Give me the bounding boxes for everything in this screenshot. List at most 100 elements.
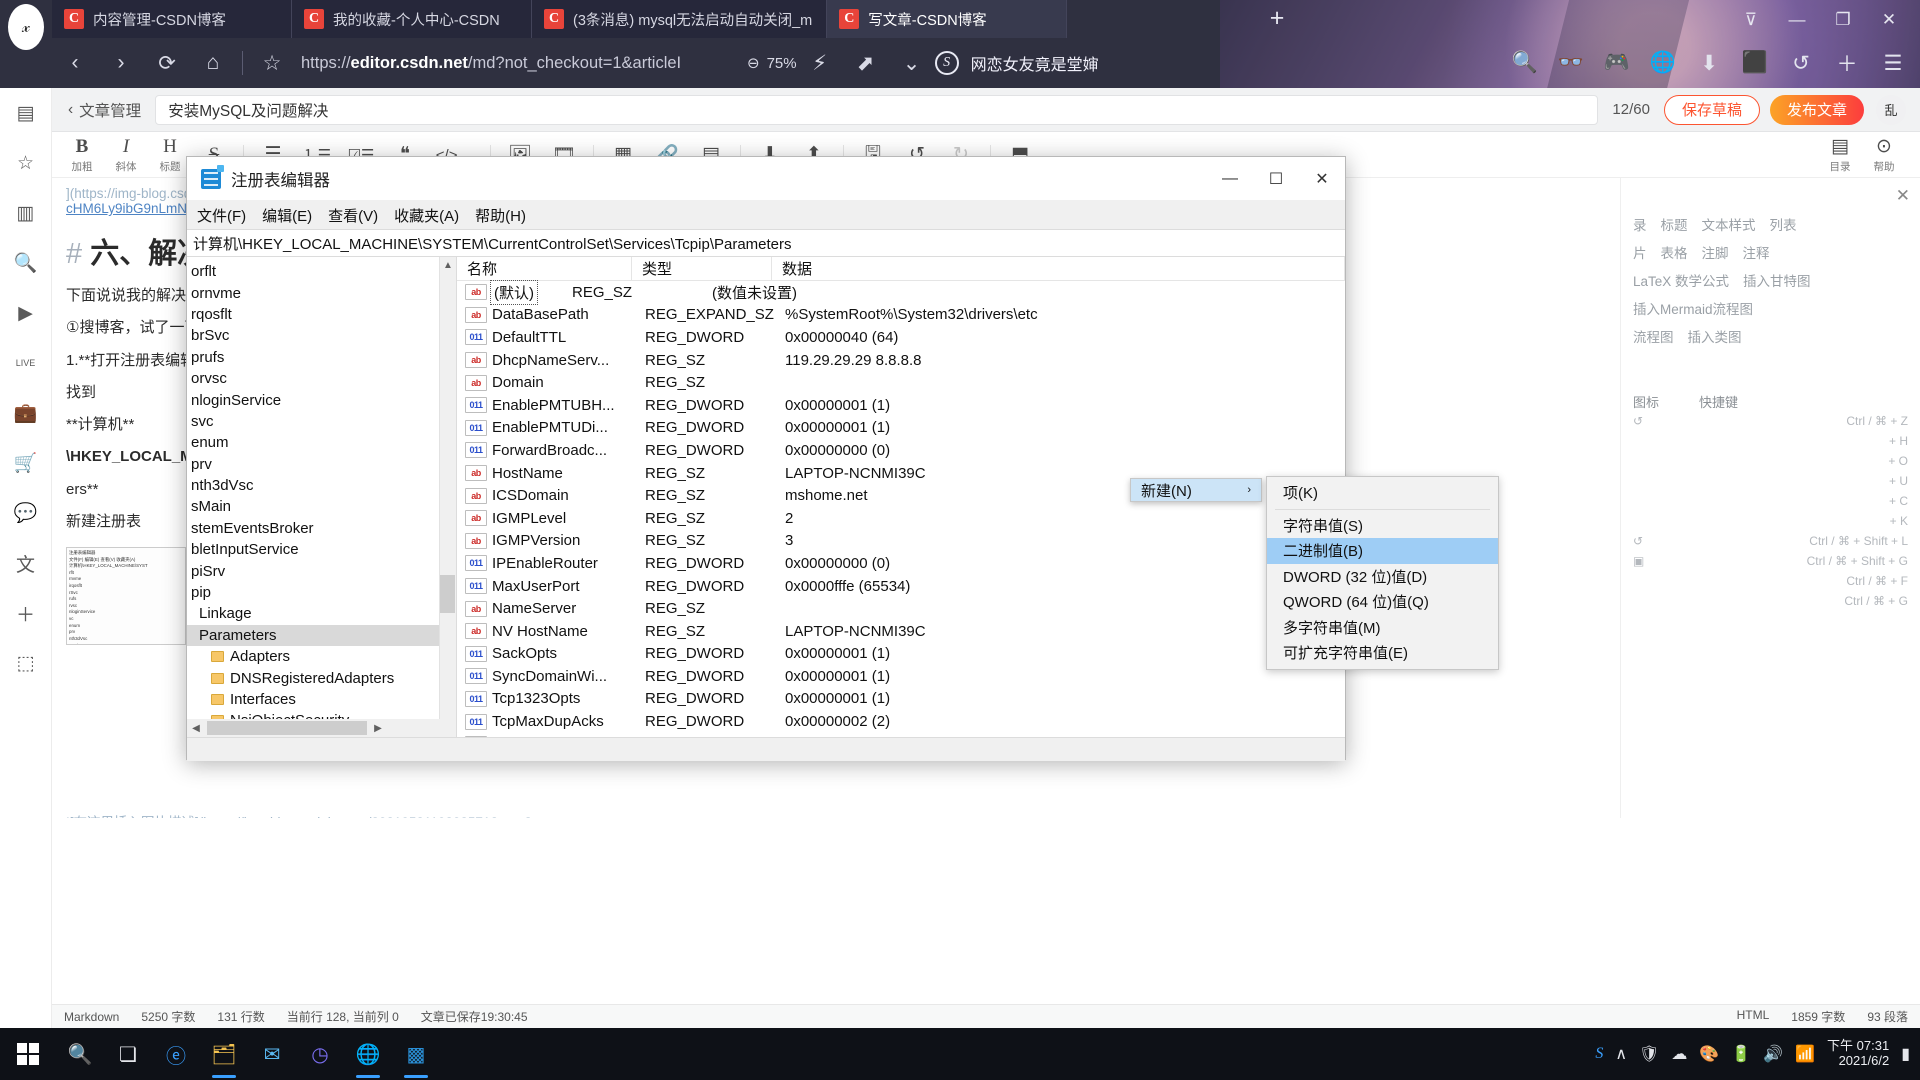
minimize-window-button[interactable]: —: [1774, 4, 1820, 36]
globe-icon[interactable]: 🌐: [1640, 40, 1686, 86]
regedit-path-bar[interactable]: 计算机\HKEY_LOCAL_MACHINE\SYSTEM\CurrentCon…: [187, 229, 1345, 257]
registry-value-row[interactable]: ab Domain REG_SZ: [457, 371, 1345, 394]
tree-item[interactable]: enum: [187, 432, 456, 453]
help-chip[interactable]: 注释: [1743, 242, 1770, 262]
submenu-item-expandable-string-value[interactable]: 可扩充字符串值(E): [1267, 640, 1498, 666]
zoom-indicator[interactable]: ⊖ 75%: [747, 54, 797, 73]
tree-item[interactable]: Interfaces: [187, 689, 456, 710]
sogou-input-icon[interactable]: S: [934, 51, 959, 75]
column-header-name[interactable]: 名称: [457, 257, 632, 280]
registry-value-row[interactable]: ab DataBasePath REG_EXPAND_SZ %SystemRoot%\…: [457, 304, 1345, 327]
outline-button[interactable]: ▤ 目录: [1818, 133, 1862, 177]
tree-item[interactable]: orflt: [187, 261, 456, 282]
browser-logo[interactable]: 𝓍: [8, 4, 44, 50]
show-desktop-button[interactable]: ▮: [1901, 1044, 1910, 1064]
rail-grid-icon[interactable]: ⬚: [9, 646, 43, 680]
article-title-input[interactable]: 安装MySQL及问题解决: [155, 94, 1599, 125]
tree-item[interactable]: nth3dVsc: [187, 475, 456, 496]
italic-button[interactable]: I 斜体: [104, 133, 148, 177]
help-chip[interactable]: 注脚: [1702, 242, 1729, 262]
address-bar[interactable]: https://editor.csdn.net/md?not_checkout=…: [301, 47, 731, 79]
rail-chat-icon[interactable]: 💬: [9, 496, 43, 530]
browser-tab-0[interactable]: C 内容管理-CSDN博客: [52, 0, 292, 38]
tree-item[interactable]: ornvme: [187, 282, 456, 303]
taskbar-file-explorer-icon[interactable]: 🗂: [200, 1028, 248, 1080]
home-icon[interactable]: ⌂: [190, 40, 236, 86]
publish-article-button[interactable]: 发布文章: [1769, 94, 1864, 125]
rail-video-icon[interactable]: ▶: [9, 296, 43, 330]
registry-value-row[interactable]: 011 MaxUserPort REG_DWORD 0x0000fffe (65534…: [457, 575, 1345, 598]
browser-tab-1[interactable]: C 我的收藏-个人中心-CSDN: [292, 0, 532, 38]
pin-window-icon[interactable]: ⊽: [1728, 4, 1774, 36]
tray-battery-icon[interactable]: 🔋: [1731, 1044, 1751, 1064]
user-avatar[interactable]: 乱: [1876, 94, 1906, 125]
lightning-icon[interactable]: ⚡: [797, 40, 843, 86]
help-chip[interactable]: 文本样式: [1702, 214, 1756, 234]
registry-value-row[interactable]: 011 DefaultTTL REG_DWORD 0x00000040 (64): [457, 326, 1345, 349]
zoom-out-icon[interactable]: ⊖: [747, 54, 760, 72]
tree-item[interactable]: prv: [187, 454, 456, 475]
scroll-right-icon[interactable]: ▶: [369, 723, 387, 734]
submenu-item-dword-value[interactable]: DWORD (32 位)值(D): [1267, 564, 1498, 590]
help-chip[interactable]: 插入Mermaid流程图: [1633, 298, 1753, 318]
gamepad-icon[interactable]: 🎮: [1594, 40, 1640, 86]
registry-value-row[interactable]: ab (默认) REG_SZ (数值未设置): [457, 279, 1345, 305]
registry-value-row[interactable]: ab DhcpNameServ... REG_SZ 119.29.29.29 8.8.…: [457, 349, 1345, 372]
rail-cart-icon[interactable]: 🛒: [9, 446, 43, 480]
taskbar-edge-icon[interactable]: ⓔ: [152, 1028, 200, 1080]
help-button[interactable]: ⊙ 帮助: [1862, 133, 1906, 177]
regedit-key-tree[interactable]: orflt ornvme rqosflt brSvc prufs orvsc n…: [187, 257, 457, 737]
rail-briefcase-icon[interactable]: 💼: [9, 396, 43, 430]
tree-item[interactable]: orvsc: [187, 368, 456, 389]
tree-item[interactable]: svc: [187, 411, 456, 432]
download-icon[interactable]: ⬇: [1686, 40, 1732, 86]
taskbar-mail-icon[interactable]: ✉: [248, 1028, 296, 1080]
rail-star-icon[interactable]: ☆: [9, 146, 43, 180]
menu-help[interactable]: 帮助(H): [475, 205, 526, 226]
close-icon[interactable]: ✕: [1896, 186, 1910, 206]
registry-value-row[interactable]: 011 TcpMaxDupAcks REG_DWORD 0x00000002 (2): [457, 710, 1345, 733]
menu-icon[interactable]: ☰: [1870, 40, 1916, 86]
tree-item[interactable]: brSvc: [187, 325, 456, 346]
regedit-close-button[interactable]: ✕: [1299, 157, 1345, 201]
rail-add-icon[interactable]: ＋: [9, 596, 43, 630]
tree-item[interactable]: nloginService: [187, 389, 456, 410]
help-chip[interactable]: 插入甘特图: [1743, 270, 1811, 290]
bookmark-star-icon[interactable]: ☆: [249, 40, 295, 86]
help-chip[interactable]: 表格: [1661, 242, 1688, 262]
tray-cloud-icon[interactable]: ☁: [1671, 1044, 1687, 1064]
submenu-item-key[interactable]: 项(K): [1267, 480, 1498, 506]
chevron-down-icon[interactable]: ⌄: [889, 40, 935, 86]
tree-item[interactable]: bletInputService: [187, 539, 456, 560]
history-icon[interactable]: ↺: [1778, 40, 1824, 86]
tree-item[interactable]: piSrv: [187, 560, 456, 581]
tree-item-parameters[interactable]: Parameters: [187, 624, 456, 647]
taskbar-search-icon[interactable]: 🔍: [56, 1028, 104, 1080]
column-header-data[interactable]: 数据: [772, 257, 1345, 280]
column-header-type[interactable]: 类型: [632, 257, 772, 280]
apps-icon[interactable]: ⬛: [1732, 40, 1778, 86]
taskbar-regedit-icon[interactable]: ▩: [392, 1028, 440, 1080]
share-icon[interactable]: ⬈: [843, 40, 889, 86]
rail-doc-icon[interactable]: ▤: [9, 96, 43, 130]
tray-network-icon[interactable]: 📶: [1795, 1044, 1815, 1064]
close-window-button[interactable]: ✕: [1866, 4, 1912, 36]
help-chip[interactable]: LaTeX 数学公式: [1633, 270, 1729, 290]
add-icon[interactable]: ＋: [1824, 40, 1870, 86]
rail-search-icon[interactable]: 🔍: [9, 246, 43, 280]
rail-translate-icon[interactable]: 文: [9, 546, 43, 580]
back-to-article-management-link[interactable]: ‹ 文章管理: [68, 99, 141, 121]
menu-file[interactable]: 文件(F): [197, 205, 246, 226]
registry-value-row[interactable]: ab NV HostName REG_SZ LAPTOP-NCNMI39C: [457, 620, 1345, 643]
registry-value-row[interactable]: 011 SyncDomainWi... REG_DWORD 0x00000001 (1…: [457, 665, 1345, 688]
taskbar-taskview-icon[interactable]: ❏: [104, 1028, 152, 1080]
regedit-titlebar[interactable]: 注册表编辑器 — ☐ ✕: [187, 157, 1345, 201]
tree-item[interactable]: stemEventsBroker: [187, 518, 456, 539]
help-chip[interactable]: 标题: [1661, 214, 1688, 234]
tree-item[interactable]: rqosflt: [187, 304, 456, 325]
registry-value-row[interactable]: ab IGMPLevel REG_SZ 2: [457, 507, 1345, 530]
forward-icon[interactable]: ›: [98, 40, 144, 86]
menu-favorites[interactable]: 收藏夹(A): [394, 205, 459, 226]
bold-button[interactable]: B 加粗: [60, 133, 104, 177]
taskbar-browser-icon[interactable]: 🌐: [344, 1028, 392, 1080]
